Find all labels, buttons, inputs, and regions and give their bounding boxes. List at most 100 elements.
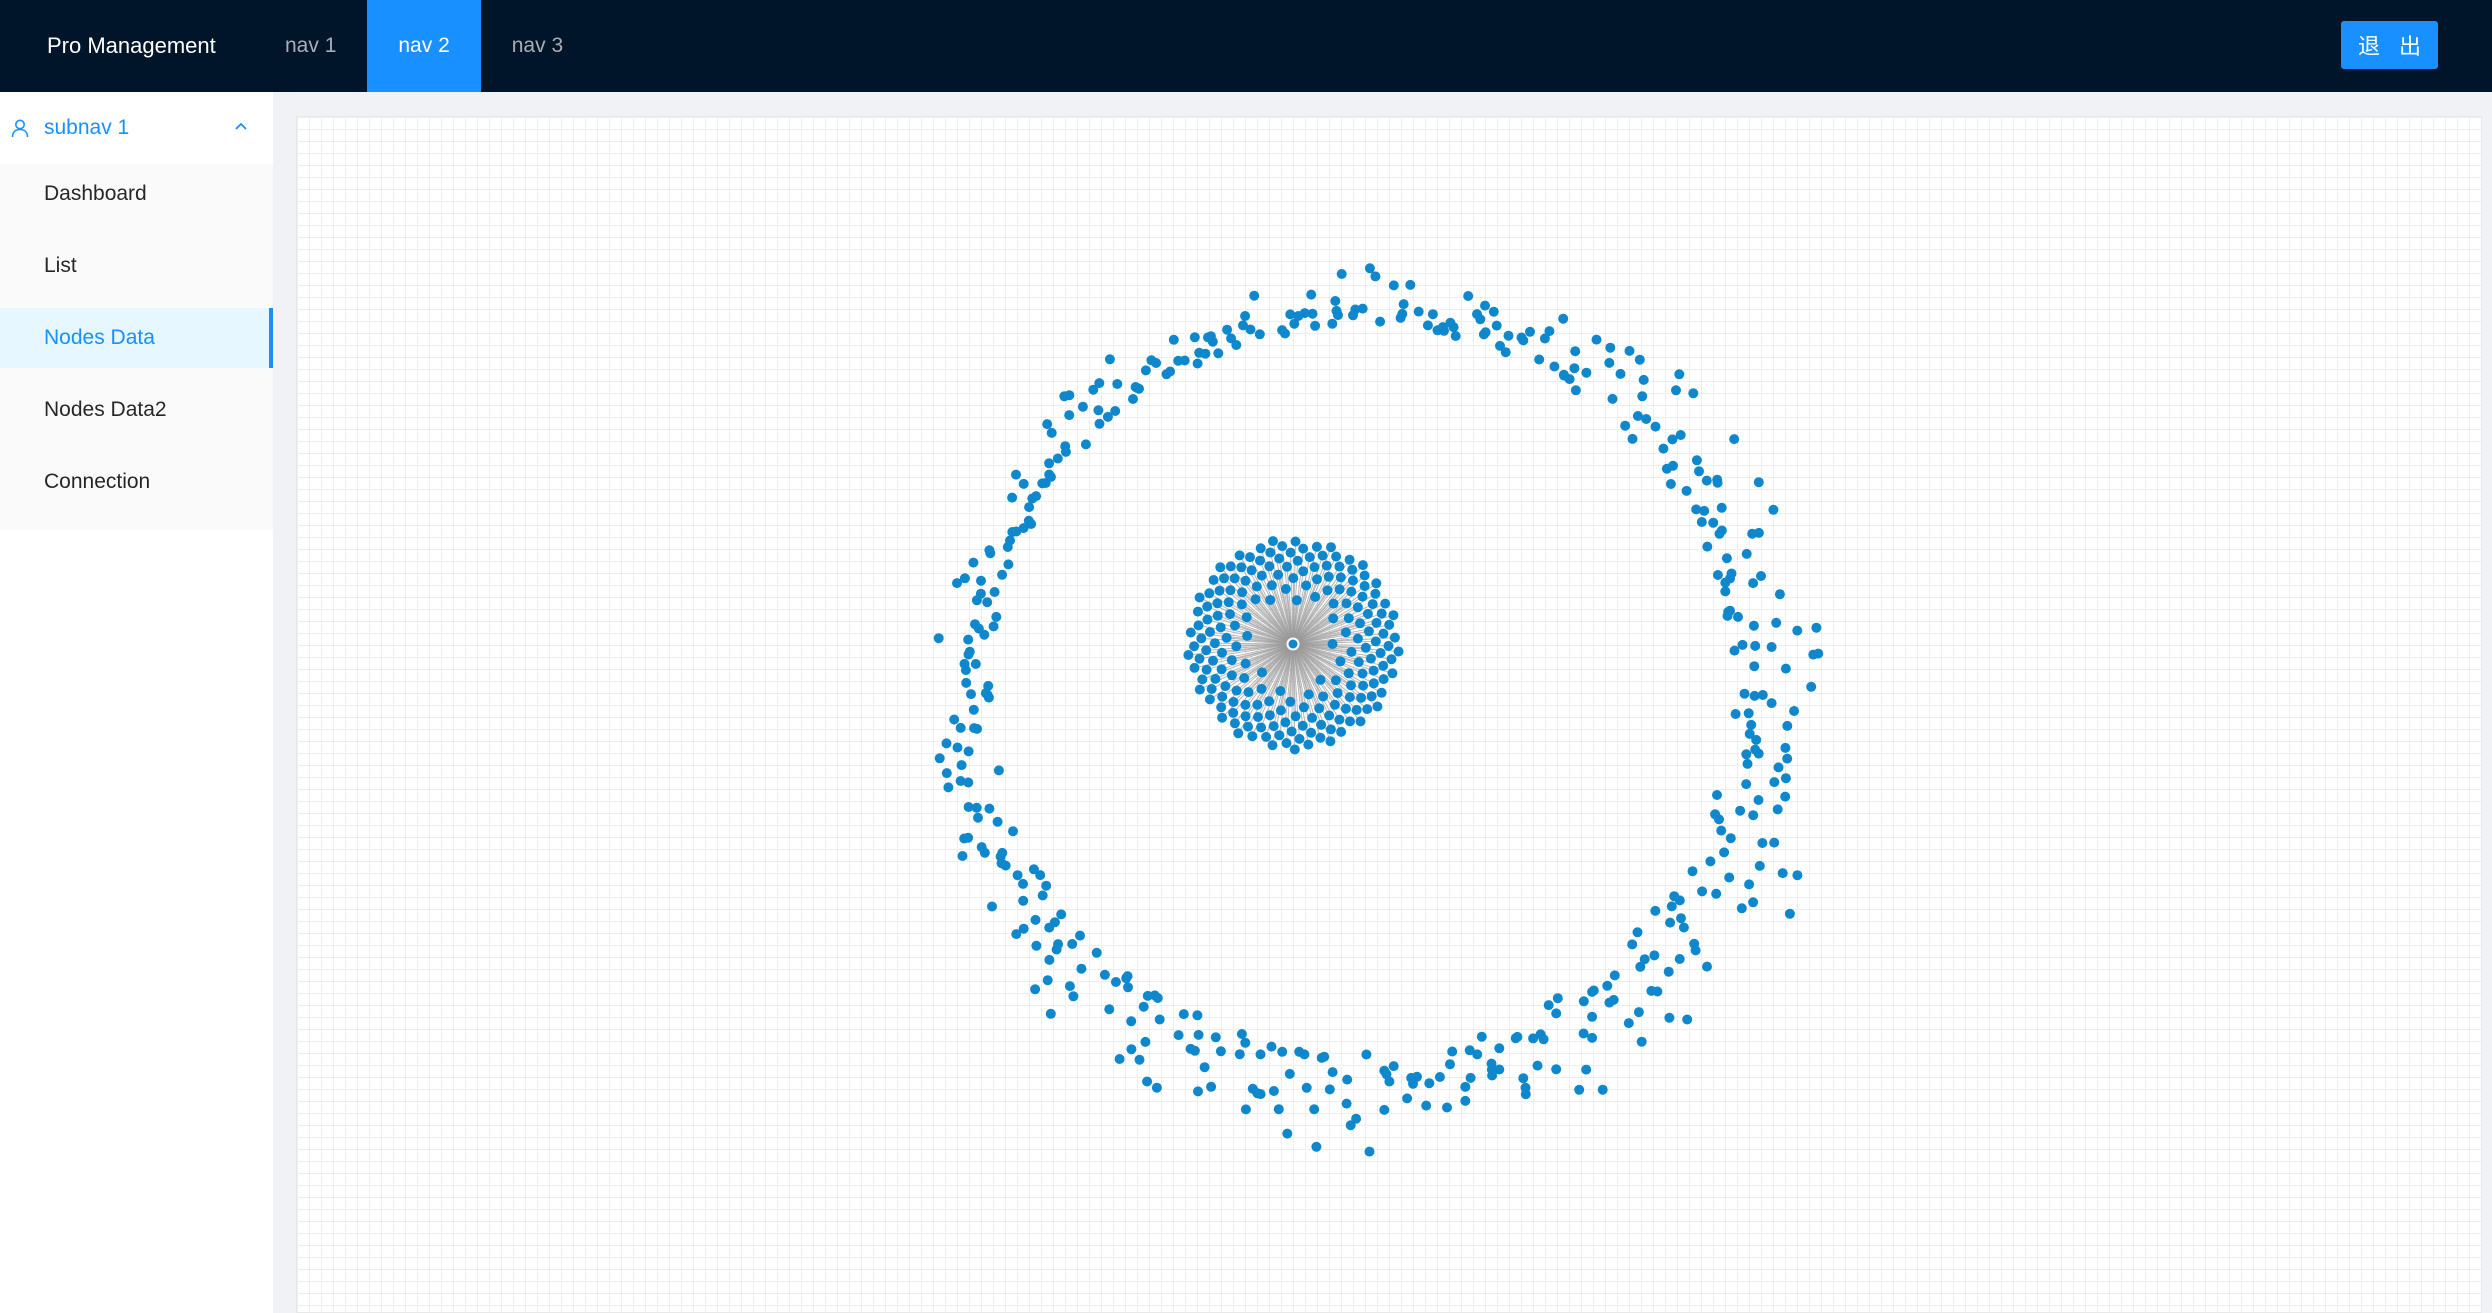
graph-node[interactable] — [1324, 710, 1335, 721]
graph-node[interactable] — [1748, 620, 1759, 631]
graph-node[interactable] — [1591, 334, 1602, 345]
graph-node[interactable] — [1782, 720, 1793, 731]
graph-node[interactable] — [1229, 573, 1240, 584]
graph-node[interactable] — [1212, 598, 1223, 609]
graph-node[interactable] — [1225, 609, 1235, 620]
graph-node[interactable] — [1663, 966, 1674, 977]
graph-node[interactable] — [1701, 475, 1712, 486]
graph-node[interactable] — [1623, 1018, 1634, 1029]
graph-node[interactable] — [1183, 650, 1194, 660]
graph-node[interactable] — [941, 738, 952, 749]
graph-node[interactable] — [1682, 1014, 1693, 1025]
graph-node[interactable] — [1379, 1065, 1390, 1076]
graph-node[interactable] — [1372, 701, 1383, 712]
graph-node[interactable] — [1756, 571, 1766, 581]
graph-node[interactable] — [1632, 927, 1643, 938]
graph-node[interactable] — [1351, 1113, 1362, 1124]
graph-node[interactable] — [1343, 668, 1354, 679]
graph-hub-node[interactable] — [1286, 637, 1300, 651]
graph-node[interactable] — [1255, 543, 1266, 554]
graph-node[interactable] — [1712, 474, 1723, 485]
graph-node[interactable] — [1780, 791, 1791, 802]
graph-node[interactable] — [1134, 1054, 1145, 1065]
graph-node[interactable] — [995, 851, 1006, 862]
graph-node[interactable] — [997, 569, 1008, 580]
graph-node[interactable] — [1290, 536, 1301, 547]
graph-node[interactable] — [1240, 311, 1251, 321]
network-graph[interactable] — [297, 117, 2482, 1313]
graph-node[interactable] — [1256, 722, 1267, 733]
graph-node[interactable] — [1303, 689, 1314, 700]
graph-node[interactable] — [1168, 334, 1179, 345]
graph-node[interactable] — [1532, 1060, 1543, 1071]
graph-node[interactable] — [1384, 1076, 1395, 1087]
graph-node[interactable] — [1744, 879, 1755, 890]
graph-node[interactable] — [1405, 279, 1416, 290]
graph-node[interactable] — [1281, 738, 1292, 749]
graph-node[interactable] — [1750, 640, 1761, 651]
graph-node[interactable] — [1729, 645, 1740, 656]
graph-node[interactable] — [1114, 1054, 1125, 1064]
graph-node[interactable] — [1375, 316, 1386, 327]
graph-node[interactable] — [1634, 354, 1645, 365]
graph-node[interactable] — [1151, 358, 1162, 368]
graph-node[interactable] — [1358, 680, 1369, 691]
graph-node[interactable] — [1361, 1049, 1372, 1060]
graph-node[interactable] — [1285, 547, 1296, 558]
graph-node[interactable] — [1192, 606, 1203, 617]
graph-node[interactable] — [1046, 427, 1057, 438]
graph-node[interactable] — [1460, 1095, 1471, 1106]
graph-node[interactable] — [1503, 330, 1514, 341]
graph-node[interactable] — [1216, 664, 1227, 675]
graph-node[interactable] — [1273, 1104, 1284, 1115]
graph-node[interactable] — [1357, 591, 1368, 602]
graph-node[interactable] — [1581, 367, 1592, 378]
graph-node[interactable] — [1333, 310, 1343, 321]
sidebar-item-dashboard[interactable]: Dashboard — [0, 164, 273, 224]
graph-node[interactable] — [1192, 1010, 1203, 1021]
graph-node[interactable] — [1772, 804, 1783, 815]
graph-node[interactable] — [1011, 469, 1021, 480]
graph-node[interactable] — [957, 851, 968, 861]
graph-node[interactable] — [1476, 1031, 1487, 1042]
graph-node[interactable] — [1110, 977, 1121, 987]
graph-node[interactable] — [1123, 982, 1133, 993]
graph-node[interactable] — [1741, 548, 1752, 559]
graph-node[interactable] — [1140, 1036, 1151, 1047]
graph-node[interactable] — [1204, 588, 1215, 599]
graph-node[interactable] — [1234, 1049, 1245, 1060]
graph-node[interactable] — [1240, 575, 1251, 586]
graph-node[interactable] — [963, 746, 974, 757]
graph-node[interactable] — [1311, 1141, 1322, 1152]
graph-node[interactable] — [1212, 610, 1223, 621]
graph-canvas[interactable] — [296, 116, 2482, 1313]
graph-node[interactable] — [1335, 572, 1346, 583]
graph-node[interactable] — [1234, 550, 1245, 561]
graph-node[interactable] — [1264, 696, 1275, 707]
nav-item-1[interactable]: nav 1 — [254, 0, 367, 92]
graph-node[interactable] — [1702, 541, 1713, 552]
graph-node[interactable] — [1334, 714, 1345, 725]
graph-node[interactable] — [1716, 825, 1727, 836]
graph-node[interactable] — [1336, 269, 1347, 279]
graph-node[interactable] — [1223, 597, 1234, 608]
graph-node[interactable] — [1808, 649, 1819, 660]
graph-node[interactable] — [1711, 888, 1722, 899]
graph-node[interactable] — [1236, 599, 1247, 610]
graph-node[interactable] — [1206, 1081, 1217, 1092]
graph-node[interactable] — [1003, 559, 1014, 570]
graph-node[interactable] — [1309, 1104, 1320, 1115]
graph-node[interactable] — [968, 704, 979, 715]
graph-node[interactable] — [1750, 744, 1761, 755]
graph-node[interactable] — [1665, 917, 1676, 928]
graph-node[interactable] — [1304, 552, 1315, 563]
graph-node[interactable] — [1720, 577, 1731, 588]
graph-node[interactable] — [1215, 622, 1226, 633]
graph-node[interactable] — [1749, 661, 1760, 672]
graph-node[interactable] — [1741, 779, 1752, 790]
graph-node[interactable] — [1376, 608, 1387, 619]
graph-node[interactable] — [1255, 1049, 1266, 1060]
graph-node[interactable] — [1312, 574, 1322, 585]
graph-node[interactable] — [1378, 674, 1389, 685]
graph-node[interactable] — [1189, 662, 1200, 673]
